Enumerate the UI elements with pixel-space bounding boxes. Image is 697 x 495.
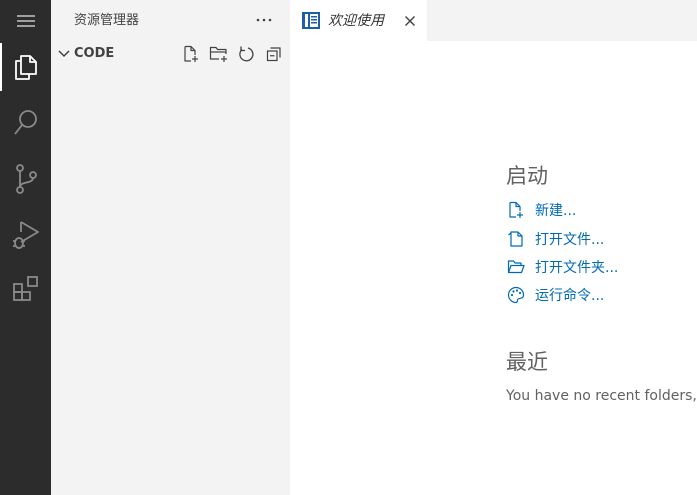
new-file-button[interactable] — [180, 44, 202, 64]
refresh-button[interactable] — [235, 44, 257, 64]
activity-run-debug[interactable] — [0, 211, 51, 259]
ellipsis-icon — [256, 18, 272, 22]
chevron-down-icon — [58, 50, 70, 58]
collapse-all-button[interactable] — [263, 44, 285, 64]
start-heading: 启动 — [506, 164, 548, 188]
extensions-icon — [12, 276, 38, 301]
activity-source-control[interactable] — [0, 155, 51, 203]
recent-empty-message: You have no recent folders, op — [506, 387, 697, 405]
welcome-icon — [302, 12, 320, 29]
explorer-icon — [14, 55, 37, 80]
open-folder-icon — [507, 260, 525, 274]
section-title: CODE — [74, 46, 115, 61]
activity-extensions[interactable] — [0, 265, 51, 313]
new-file-icon — [509, 201, 523, 218]
activity-bar — [0, 0, 51, 495]
recent-empty-text: You have no recent folders, — [506, 388, 697, 404]
start-item-label: 新建... — [535, 203, 577, 219]
activity-search[interactable] — [0, 99, 51, 147]
refresh-icon — [239, 46, 254, 62]
palette-icon — [507, 286, 525, 304]
start-new-file[interactable]: 新建... — [506, 199, 576, 221]
source-control-icon — [15, 164, 37, 194]
start-open-folder[interactable]: 打开文件夹... — [506, 256, 618, 278]
tab-welcome[interactable]: 欢迎使用 — [290, 0, 427, 41]
run-debug-icon — [12, 221, 39, 249]
menu-button[interactable] — [0, 0, 51, 42]
sidebar-explorer: 资源管理器 CODE — [51, 0, 290, 495]
start-run-command[interactable]: 运行命令... — [506, 284, 604, 306]
start-item-label: 打开文件夹... — [535, 260, 619, 276]
new-file-icon — [184, 45, 198, 62]
menu-icon — [16, 15, 35, 27]
vscode-window: 资源管理器 CODE 欢迎使用 启动 新建... 打开文件... 打开文件夹..… — [0, 0, 697, 495]
sidebar-title: 资源管理器 — [74, 13, 140, 28]
close-icon — [405, 16, 415, 26]
activity-explorer[interactable] — [0, 43, 51, 91]
start-open-file[interactable]: 打开文件... — [506, 228, 604, 250]
welcome-page: 启动 新建... 打开文件... 打开文件夹... 运行命令... 最近 You… — [290, 41, 697, 495]
search-icon — [13, 110, 37, 135]
recent-heading: 最近 — [506, 350, 548, 374]
new-folder-icon — [209, 46, 227, 62]
new-folder-button[interactable] — [208, 44, 230, 64]
start-item-label: 运行命令... — [535, 288, 605, 304]
tab-close-button[interactable] — [400, 11, 420, 31]
tab-label: 欢迎使用 — [328, 13, 384, 29]
editor-tabs-bar: 欢迎使用 — [290, 0, 697, 41]
start-item-label: 打开文件... — [535, 232, 605, 248]
more-actions-button[interactable] — [253, 9, 275, 31]
open-file-icon — [508, 231, 523, 247]
collapse-all-icon — [266, 47, 281, 62]
section-header-code[interactable]: CODE — [51, 43, 290, 65]
